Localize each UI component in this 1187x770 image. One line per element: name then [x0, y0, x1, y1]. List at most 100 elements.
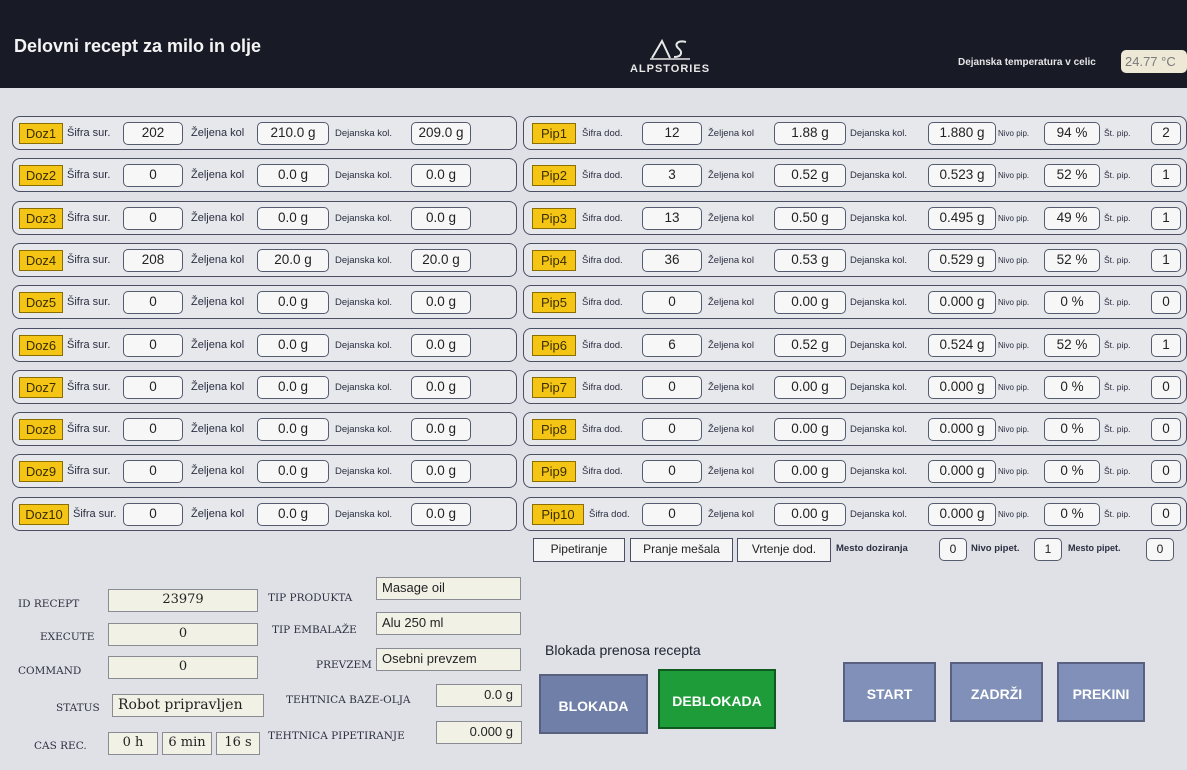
- dejanska-kol-label: Dejanska kol.: [850, 466, 908, 478]
- blokada-button[interactable]: BLOKADA: [539, 674, 648, 734]
- doz-tag[interactable]: Doz4: [19, 249, 63, 271]
- zeljena-kol-label: Željena kol: [708, 381, 754, 393]
- dozirnik-row: Doz6 Šifra sur. 0 Željena kol 0.0 g Dejanska …: [12, 327, 517, 362]
- pip-tag[interactable]: Pip6: [532, 334, 576, 356]
- dozirnik-row: Doz8 Šifra sur. 0 Željena kol 0.0 g Dejanska …: [12, 412, 517, 447]
- nivo-pip-label: Nivo pip.: [998, 340, 1030, 350]
- sifra-sur-value[interactable]: 0: [123, 333, 183, 357]
- zeljena-kol-value[interactable]: 0.00 g: [774, 460, 846, 484]
- zeljena-kol-label: Željena kol: [191, 296, 245, 309]
- sifra-sur-value[interactable]: 0: [123, 375, 183, 399]
- sifra-sur-value[interactable]: 0: [123, 291, 183, 315]
- prekini-button[interactable]: PREKINI: [1057, 662, 1145, 722]
- tehtnica-baze-label: TEHTNICA BAZE-OLJA: [286, 694, 411, 706]
- zeljena-kol-value[interactable]: 0.52 g: [774, 164, 846, 188]
- sifra-dod-label: Šifra dod.: [582, 466, 623, 478]
- dejanska-kol-value: 0.000 g: [928, 291, 996, 315]
- sifra-dod-value[interactable]: 3: [642, 164, 702, 188]
- zeljena-kol-value[interactable]: 0.0 g: [257, 164, 329, 188]
- sifra-dod-value[interactable]: 12: [642, 122, 702, 145]
- sifra-dod-value[interactable]: 0: [642, 460, 702, 484]
- pip-tag[interactable]: Pip1: [532, 123, 576, 144]
- doz-tag[interactable]: Doz3: [19, 207, 63, 229]
- sifra-dod-value[interactable]: 13: [642, 206, 702, 230]
- zeljena-kol-value[interactable]: 0.00 g: [774, 502, 846, 526]
- zeljena-kol-value[interactable]: 0.53 g: [774, 248, 846, 272]
- sifra-dod-value[interactable]: 6: [642, 333, 702, 357]
- execute-field: 0: [108, 623, 258, 646]
- sifra-sur-value[interactable]: 0: [123, 502, 183, 526]
- doz-tag[interactable]: Doz10: [19, 503, 69, 525]
- dejanska-kol-label: Dejanska kol.: [850, 381, 908, 393]
- sifra-sur-value[interactable]: 208: [123, 248, 183, 272]
- zeljena-kol-value[interactable]: 0.0 g: [257, 206, 329, 230]
- sifra-sur-value[interactable]: 0: [123, 460, 183, 484]
- doz-tag[interactable]: Doz7: [19, 376, 63, 398]
- zeljena-kol-value[interactable]: 0.0 g: [257, 418, 329, 442]
- sifra-dod-label: Šifra dod.: [582, 424, 623, 436]
- zeljena-kol-label: Željena kol: [708, 297, 754, 309]
- dejanska-kol-value: 20.0 g: [411, 248, 471, 272]
- pip-tag[interactable]: Pip8: [532, 419, 576, 441]
- pip-tag[interactable]: Pip7: [532, 376, 576, 398]
- sifra-sur-value[interactable]: 0: [123, 164, 183, 188]
- prevzem-label: PREVZEM: [316, 659, 372, 671]
- sifra-dod-value[interactable]: 0: [642, 418, 702, 442]
- pip-tag[interactable]: Pip4: [532, 249, 576, 271]
- sifra-sur-label: Šifra sur.: [67, 338, 111, 351]
- zeljena-kol-value[interactable]: 0.0 g: [257, 375, 329, 399]
- zeljena-kol-value[interactable]: 0.0 g: [257, 291, 329, 315]
- logo-icon: [650, 38, 690, 60]
- pipeta-row: Pip5 Šifra dod. 0 Željena kol 0.00 g Dejanska…: [523, 285, 1187, 320]
- doz-tag[interactable]: Doz9: [19, 461, 63, 483]
- pip-tag[interactable]: Pip3: [532, 207, 576, 229]
- vrtenje-dod-indicator[interactable]: Vrtenje dod.: [737, 538, 831, 562]
- doz-tag[interactable]: Doz8: [19, 419, 63, 441]
- pip-tag[interactable]: Pip10: [532, 503, 584, 525]
- nivo-pip-value: 52 %: [1044, 333, 1100, 357]
- pipetiranje-indicator[interactable]: Pipetiranje: [533, 538, 625, 562]
- sifra-dod-value[interactable]: 0: [642, 291, 702, 315]
- pip-tag[interactable]: Pip9: [532, 461, 576, 483]
- sifra-dod-value[interactable]: 0: [642, 375, 702, 399]
- sifra-dod-value[interactable]: 36: [642, 248, 702, 272]
- zeljena-kol-value[interactable]: 1.88 g: [774, 122, 846, 145]
- doz-tag[interactable]: Doz1: [19, 123, 63, 144]
- dejanska-kol-value: 0.0 g: [411, 375, 471, 399]
- sifra-sur-value[interactable]: 0: [123, 418, 183, 442]
- st-pip-label: Št. pip.: [1104, 466, 1131, 477]
- st-pip-value: 0: [1151, 418, 1181, 442]
- tehtnica-pipetiranje-field: 0.000 g: [436, 721, 522, 744]
- pip-tag[interactable]: Pip5: [532, 292, 576, 314]
- zeljena-kol-value[interactable]: 20.0 g: [257, 248, 329, 272]
- dejanska-kol-label: Dejanska kol.: [335, 297, 393, 309]
- zeljena-kol-value[interactable]: 0.0 g: [257, 502, 329, 526]
- sifra-sur-value[interactable]: 202: [123, 122, 183, 145]
- zeljena-kol-label: Željena kol: [191, 127, 245, 139]
- zeljena-kol-value[interactable]: 0.50 g: [774, 206, 846, 230]
- zeljena-kol-value[interactable]: 0.0 g: [257, 460, 329, 484]
- temperature-value: 24.77 °C: [1121, 50, 1187, 73]
- zeljena-kol-value[interactable]: 0.00 g: [774, 291, 846, 315]
- zeljena-kol-label: Željena kol: [191, 338, 245, 351]
- zeljena-kol-value[interactable]: 0.0 g: [257, 333, 329, 357]
- pranje-mesala-indicator[interactable]: Pranje mešala: [630, 538, 733, 562]
- dejanska-kol-label: Dejanska kol.: [850, 254, 908, 266]
- logo-text: ALPSTORIES: [629, 63, 711, 75]
- sifra-sur-value[interactable]: 0: [123, 206, 183, 230]
- doz-tag[interactable]: Doz5: [19, 292, 63, 314]
- zeljena-kol-value[interactable]: 0.00 g: [774, 375, 846, 399]
- pip-tag[interactable]: Pip2: [532, 165, 576, 187]
- cas-hours-field: 0 h: [108, 732, 158, 755]
- doz-tag[interactable]: Doz6: [19, 334, 63, 356]
- zeljena-kol-value[interactable]: 210.0 g: [257, 122, 329, 145]
- sifra-dod-value[interactable]: 0: [642, 502, 702, 526]
- zeljena-kol-value[interactable]: 0.52 g: [774, 333, 846, 357]
- start-button[interactable]: START: [843, 662, 936, 722]
- deblokada-button[interactable]: DEBLOKADA: [658, 669, 776, 729]
- zadrzi-button[interactable]: ZADRŽI: [950, 662, 1043, 722]
- doz-tag[interactable]: Doz2: [19, 165, 63, 187]
- dejanska-kol-value: 0.0 g: [411, 206, 471, 230]
- sifra-dod-label: Šifra dod.: [582, 254, 623, 266]
- zeljena-kol-value[interactable]: 0.00 g: [774, 418, 846, 442]
